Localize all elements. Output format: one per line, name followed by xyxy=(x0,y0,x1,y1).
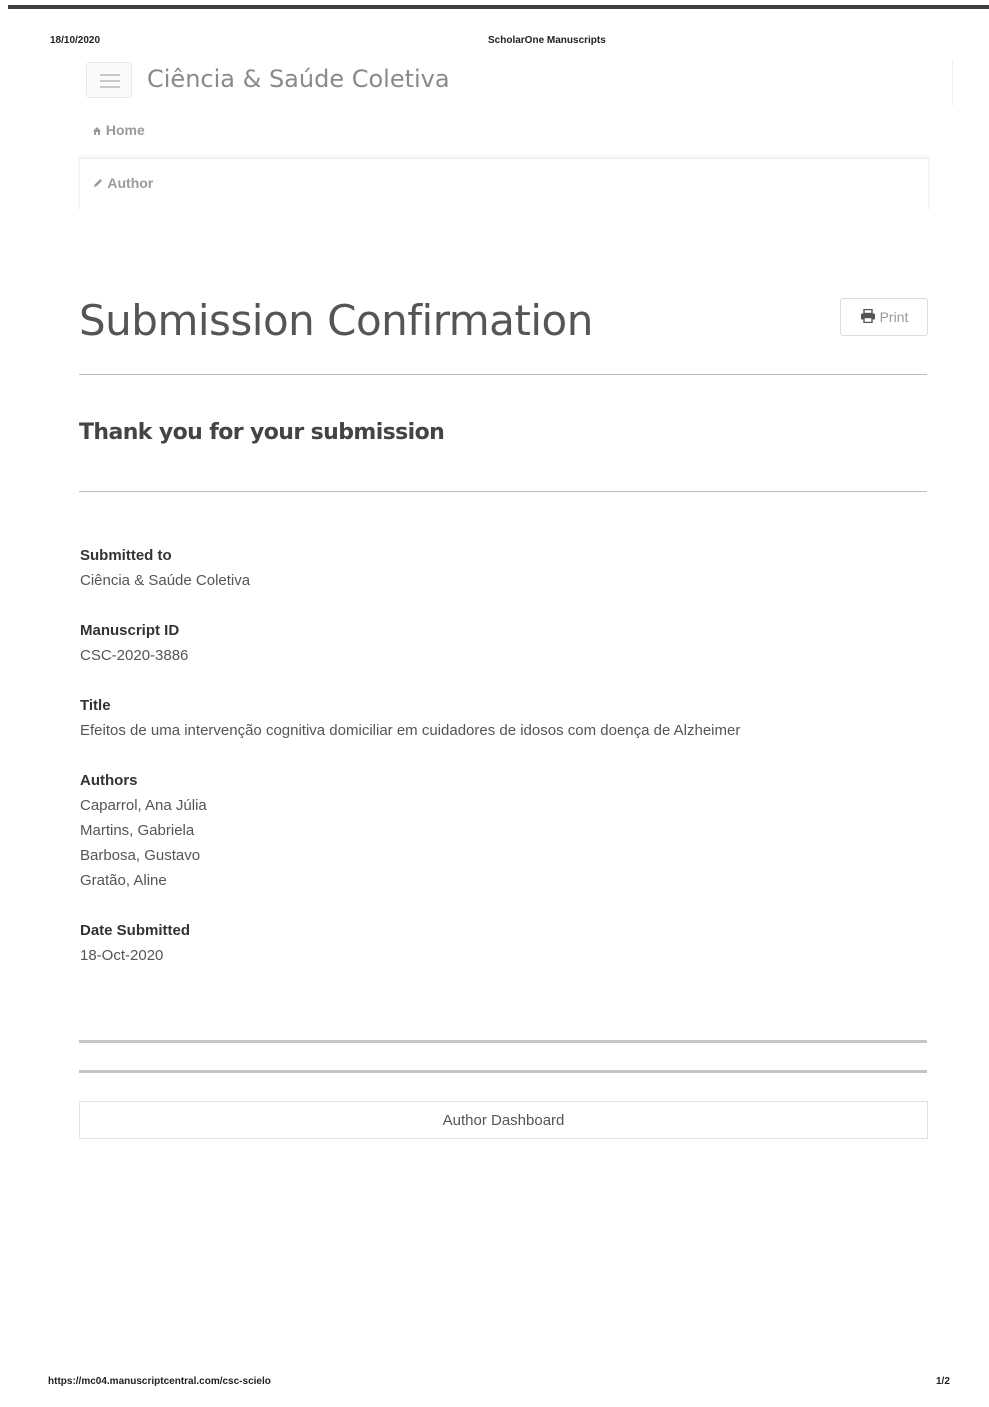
top-rule xyxy=(8,5,989,9)
printer-icon xyxy=(860,308,876,326)
manuscript-id-field: Manuscript ID CSC-2020-3886 xyxy=(80,618,928,668)
authors-field: Authors Caparrol, Ana Júlia Martins, Gab… xyxy=(80,768,928,893)
author-name: Caparrol, Ana Júlia xyxy=(80,797,207,814)
confirmation-subtitle: Thank you for your submission xyxy=(79,420,445,445)
authors-label: Authors xyxy=(80,772,138,789)
print-date: 18/10/2020 xyxy=(50,35,101,46)
pencil-icon xyxy=(92,176,104,192)
print-button[interactable]: Print xyxy=(840,298,928,336)
title-divider xyxy=(79,374,927,375)
brand-title[interactable]: Ciência & Saúde Coletiva xyxy=(147,65,450,93)
footer-divider-top xyxy=(79,1040,927,1043)
print-footer-page-number: 1/2 xyxy=(936,1376,950,1387)
manuscript-id-value: CSC-2020-3886 xyxy=(80,647,189,664)
hamburger-menu-icon-bar xyxy=(100,80,120,82)
hamburger-menu-icon xyxy=(100,74,120,76)
home-icon xyxy=(92,123,102,139)
date-submitted-label: Date Submitted xyxy=(80,922,191,939)
app-header: Ciência & Saúde Coletiva xyxy=(86,60,953,106)
nav-home-label: Home xyxy=(105,122,145,138)
submitted-to-value: Ciência & Saúde Coletiva xyxy=(80,572,251,589)
submitted-to-label: Submitted to xyxy=(80,547,172,564)
footer-divider-bottom xyxy=(79,1070,927,1073)
hamburger-menu-button[interactable] xyxy=(86,62,132,98)
author-nav-bar: Author xyxy=(79,158,929,210)
title-field: Title Efeitos de uma intervenção cogniti… xyxy=(80,693,928,743)
nav-home-link[interactable]: Home xyxy=(92,122,145,139)
hamburger-menu-icon-bar xyxy=(100,86,120,88)
print-button-label: Print xyxy=(879,309,909,325)
author-name: Gratão, Aline xyxy=(80,872,167,889)
author-name: Barbosa, Gustavo xyxy=(80,847,201,864)
submitted-to-field: Submitted to Ciência & Saúde Coletiva xyxy=(80,543,928,593)
print-footer-url: https://mc04.manuscriptcentral.com/csc-s… xyxy=(48,1376,271,1387)
author-dashboard-button[interactable]: Author Dashboard xyxy=(79,1101,928,1139)
subtitle-divider xyxy=(79,491,927,492)
author-name: Martins, Gabriela xyxy=(80,822,195,839)
submission-details: Submitted to Ciência & Saúde Coletiva Ma… xyxy=(80,543,928,993)
manuscript-id-label: Manuscript ID xyxy=(80,622,180,639)
title-label: Title xyxy=(80,697,111,714)
print-header-title: ScholarOne Manuscripts xyxy=(488,35,606,46)
page-title: Submission Confirmation xyxy=(79,296,593,345)
title-value: Efeitos de uma intervenção cognitiva dom… xyxy=(80,722,741,739)
nav-author-link[interactable]: Author xyxy=(92,175,153,192)
date-submitted-value: 18-Oct-2020 xyxy=(80,947,164,964)
nav-author-label: Author xyxy=(107,175,154,191)
date-submitted-field: Date Submitted 18-Oct-2020 xyxy=(80,918,928,968)
